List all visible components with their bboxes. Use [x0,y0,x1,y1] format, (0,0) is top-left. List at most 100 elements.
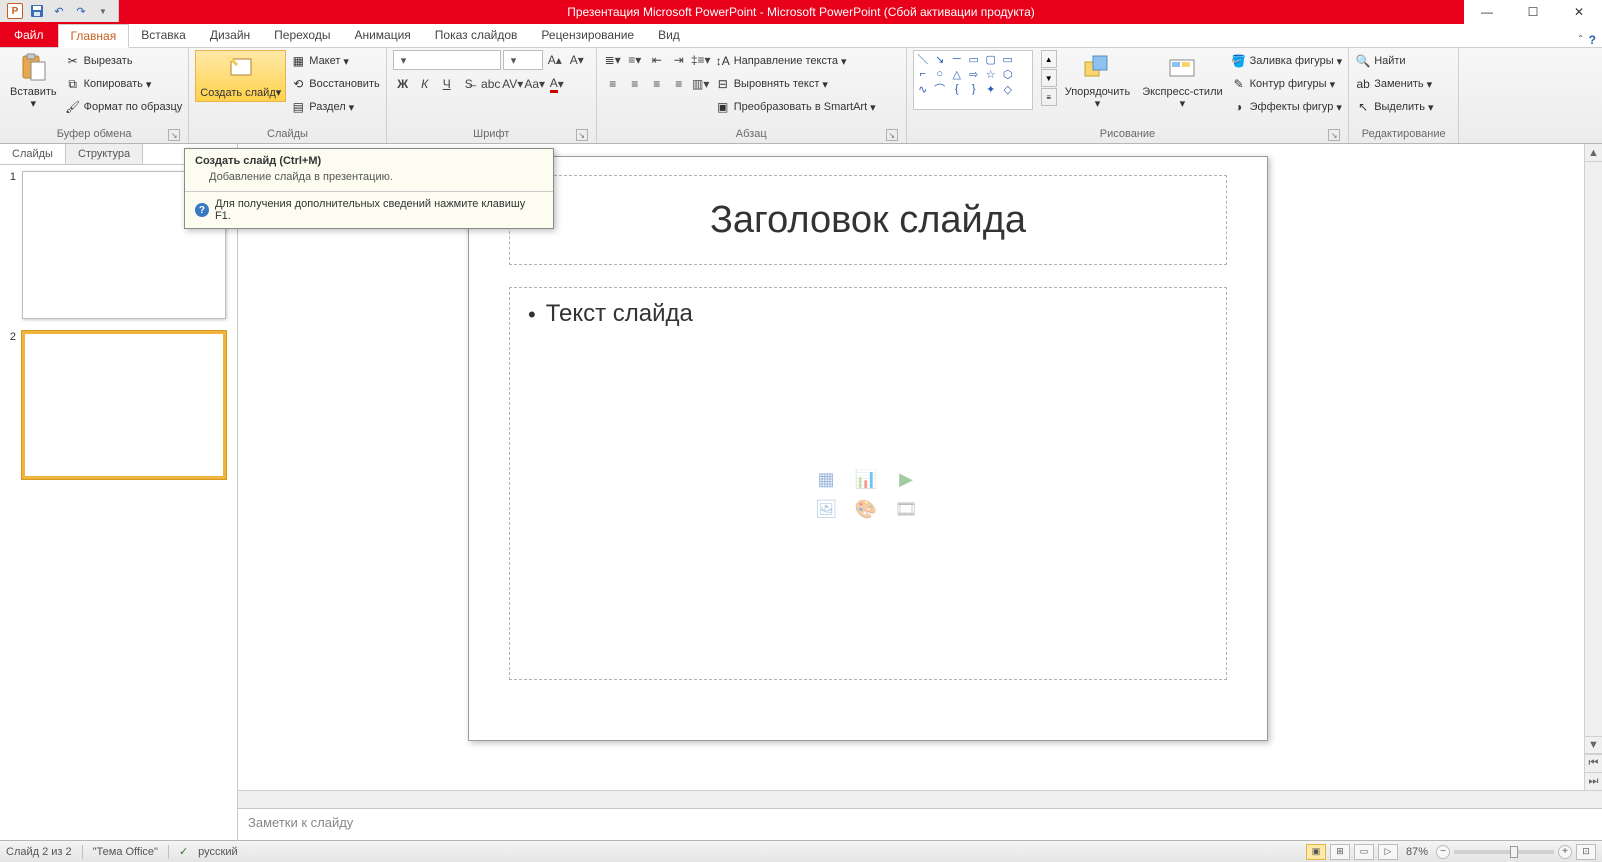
drawing-launcher[interactable]: ↘ [1328,129,1340,141]
insert-clipart-icon[interactable]: 🎨 [851,497,881,521]
insert-picture-icon[interactable]: 🖼 [811,497,841,521]
increase-indent-button[interactable]: ⇥ [669,50,689,70]
slide-thumbnail-2[interactable] [22,331,226,479]
align-center-button[interactable]: ≡ [625,74,645,94]
align-right-button[interactable]: ≡ [647,74,667,94]
shape-effects-button[interactable]: ◑Эффекты фигур ▾ [1231,96,1343,118]
status-language[interactable]: русский [198,846,237,858]
shape-fill-button[interactable]: 🪣Заливка фигуры ▾ [1231,50,1343,72]
scissors-icon: ✂ [65,53,81,69]
select-button[interactable]: ↖Выделить ▾ [1355,96,1433,118]
zoom-in-button[interactable]: + [1558,845,1572,859]
content-placeholder[interactable]: •Текст слайда ▦ 📊 ▶ 🖼 🎨 🎞 [509,287,1227,680]
tab-view[interactable]: Вид [646,23,692,47]
insert-chart-icon[interactable]: 📊 [851,467,881,491]
minimize-button[interactable]: — [1464,0,1510,24]
sorter-view-button[interactable]: ⊞ [1330,844,1350,860]
canvas-scroll[interactable]: Заголовок слайда •Текст слайда ▦ 📊 ▶ 🖼 🎨… [238,144,1602,790]
strikethrough-button[interactable]: S̶ [459,74,479,94]
next-slide-button[interactable]: ⏭ [1585,772,1602,790]
tab-design[interactable]: Дизайн [198,23,262,47]
shapes-gallery[interactable]: ＼ ↘ ─ ▭ ▢ ▭ ⌐ ○ △ ⇨ ☆ ⬡ ∿ ⌒ { } ✦ ◇ [913,50,1033,110]
numbering-button[interactable]: ≡▾ [625,50,645,70]
grow-font-button[interactable]: A▴ [545,50,565,70]
layout-button[interactable]: ▦Макет ▾ [290,50,379,72]
insert-smartart-icon[interactable]: ▶ [891,467,921,491]
copy-button[interactable]: ⧉Копировать ▾ [65,73,183,95]
underline-button[interactable]: Ч [437,74,457,94]
tab-animations[interactable]: Анимация [342,23,422,47]
paragraph-launcher[interactable]: ↘ [886,129,898,141]
fit-window-button[interactable]: ⊡ [1576,844,1596,860]
save-button[interactable] [27,1,47,21]
tab-slideshow[interactable]: Показ слайдов [423,23,530,47]
zoom-out-button[interactable]: − [1436,845,1450,859]
char-spacing-button[interactable]: AV▾ [503,74,523,94]
clipboard-launcher[interactable]: ↘ [168,129,180,141]
font-family-combo[interactable]: ▾ [393,50,501,70]
columns-button[interactable]: ▥▾ [691,74,711,94]
scroll-up-button[interactable]: ▲ [1585,144,1602,162]
slideshow-view-button[interactable]: ▷ [1378,844,1398,860]
decrease-indent-button[interactable]: ⇤ [647,50,667,70]
line-spacing-button[interactable]: ‡≡▾ [691,50,711,70]
gallery-more[interactable]: ≡ [1041,88,1057,106]
change-case-button[interactable]: Aa▾ [525,74,545,94]
panel-tab-slides[interactable]: Слайды [0,144,66,164]
shadow-button[interactable]: abc [481,74,501,94]
tab-review[interactable]: Рецензирование [529,23,646,47]
tab-home[interactable]: Главная [58,24,130,48]
shape-outline-button[interactable]: ✎Контур фигуры ▾ [1231,73,1343,95]
tab-transitions[interactable]: Переходы [262,23,342,47]
convert-smartart-button[interactable]: ▣Преобразовать в SmartArt ▾ [715,96,876,118]
reading-view-button[interactable]: ▭ [1354,844,1374,860]
justify-button[interactable]: ≡ [669,74,689,94]
font-launcher[interactable]: ↘ [576,129,588,141]
close-button[interactable]: ✕ [1556,0,1602,24]
text-direction-button[interactable]: ↕AНаправление текста ▾ [715,50,876,72]
tab-insert[interactable]: Вставка [129,23,198,47]
normal-view-button[interactable]: ▣ [1306,844,1326,860]
gallery-down[interactable]: ▼ [1041,69,1057,87]
paste-button[interactable]: Вставить▾ [6,50,61,112]
undo-button[interactable]: ↶ [49,1,69,21]
vertical-scrollbar[interactable]: ▲ ▼ ⏮ ⏭ [1584,144,1602,790]
help-icon[interactable]: ? [1589,33,1596,47]
cut-button[interactable]: ✂Вырезать [65,50,183,72]
new-slide-button[interactable]: Создать слайд▾ [195,50,286,102]
maximize-button[interactable]: ☐ [1510,0,1556,24]
font-color-button[interactable]: A▾ [547,74,567,94]
file-tab[interactable]: Файл [0,23,58,47]
panel-tab-outline[interactable]: Структура [66,144,143,164]
zoom-level[interactable]: 87% [1406,846,1428,858]
insert-table-icon[interactable]: ▦ [811,467,841,491]
reset-button[interactable]: ⟲Восстановить [290,73,379,95]
shrink-font-button[interactable]: A▾ [567,50,587,70]
italic-button[interactable]: К [415,74,435,94]
gallery-up[interactable]: ▲ [1041,50,1057,68]
align-text-button[interactable]: ⊟Выровнять текст ▾ [715,73,876,95]
replace-button[interactable]: abЗаменить ▾ [1355,73,1433,95]
scroll-down-button[interactable]: ▼ [1585,736,1602,754]
font-size-combo[interactable]: ▾ [503,50,543,70]
arrange-button[interactable]: Упорядочить▾ [1061,50,1134,112]
bullets-button[interactable]: ≣▾ [603,50,623,70]
bold-button[interactable]: Ж [393,74,413,94]
redo-button[interactable]: ↷ [71,1,91,21]
quick-styles-button[interactable]: Экспресс-стили▾ [1138,50,1226,112]
horizontal-scrollbar[interactable] [238,790,1602,808]
prev-slide-button[interactable]: ⏮ [1585,754,1602,772]
align-left-button[interactable]: ≡ [603,74,623,94]
notes-pane[interactable]: Заметки к слайду [238,808,1602,840]
spellcheck-icon[interactable]: ✓ [179,845,188,858]
app-icon[interactable]: P [5,1,25,21]
slide[interactable]: Заголовок слайда •Текст слайда ▦ 📊 ▶ 🖼 🎨… [468,156,1268,741]
zoom-slider[interactable] [1454,850,1554,854]
section-button[interactable]: ▤Раздел ▾ [290,96,379,118]
title-placeholder[interactable]: Заголовок слайда [509,175,1227,265]
qat-customize[interactable]: ▼ [93,1,113,21]
insert-media-icon[interactable]: 🎞 [891,497,921,521]
find-button[interactable]: 🔍Найти [1355,50,1433,72]
ribbon-minimize-icon[interactable]: ˆ [1579,33,1583,47]
format-painter-button[interactable]: 🖌Формат по образцу [65,96,183,118]
